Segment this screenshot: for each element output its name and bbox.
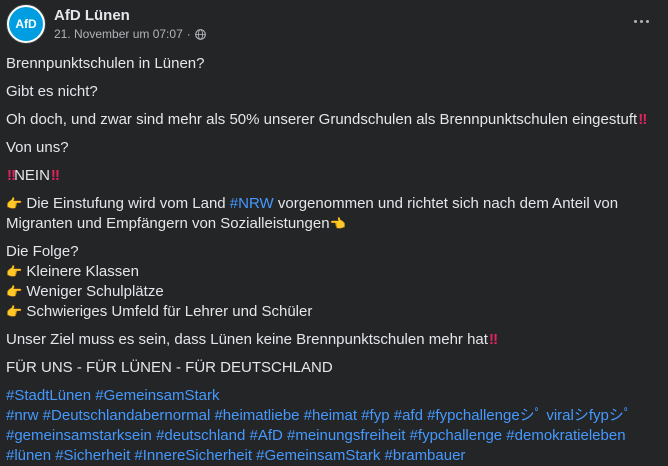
list-item: 👉 Schwieriges Umfeld für Lehrer und Schü… bbox=[6, 302, 662, 322]
page-name-link[interactable]: AfD Lünen bbox=[54, 7, 206, 24]
more-dot bbox=[645, 19, 649, 23]
more-dot bbox=[633, 19, 637, 23]
post-paragraph: Von uns? bbox=[6, 139, 69, 156]
post-meta: 21. November um 07:07 · bbox=[54, 27, 206, 41]
double-exclamation-icon: ‼ bbox=[50, 167, 60, 184]
list-item: 👉 Kleinere Klassen bbox=[6, 262, 662, 282]
post-paragraph: Oh doch, und zwar sind mehr als 50% unse… bbox=[6, 110, 662, 130]
hashtags-block: #StadtLünen #GemeinsamStark #nrw #Deutsc… bbox=[6, 386, 662, 466]
paragraph-text: NEIN bbox=[14, 167, 50, 184]
facebook-post: AfD AfD Lünen 21. November um 07:07 · Br… bbox=[0, 0, 668, 465]
point-right-icon: 👉 bbox=[6, 264, 23, 279]
more-dot bbox=[639, 19, 643, 23]
point-right-icon: 👉 bbox=[6, 284, 23, 299]
post-list-block: Die Folge? 👉 Kleinere Klassen 👉 Weniger … bbox=[6, 242, 662, 322]
hashtag-nrw-link[interactable]: #NRW bbox=[230, 195, 274, 212]
double-exclamation-icon: ‼ bbox=[488, 331, 498, 348]
more-options-button[interactable] bbox=[626, 6, 656, 36]
list-title: Die Folge? bbox=[6, 243, 79, 260]
hashtags-line[interactable]: #nrw #Deutschlandabernormal #heimatliebe… bbox=[6, 406, 662, 466]
point-right-icon: 👉 bbox=[6, 304, 23, 319]
post-paragraph: Gibt es nicht? bbox=[6, 83, 98, 100]
point-left-icon: 👈 bbox=[329, 216, 346, 231]
paragraph-text: Die Einstufung wird vom Land bbox=[26, 195, 230, 212]
afd-logo: AfD bbox=[9, 7, 43, 41]
post-paragraph: FÜR UNS - FÜR LÜNEN - FÜR DEUTSCHLAND bbox=[6, 359, 333, 376]
post-paragraph: 👉 Die Einstufung wird vom Land #NRW vorg… bbox=[6, 194, 662, 234]
post-paragraph: ‼NEIN‼ bbox=[6, 166, 662, 186]
globe-icon[interactable] bbox=[194, 28, 206, 40]
post-body: Brennpunktschulen in Lünen? Gibt es nich… bbox=[6, 54, 662, 466]
paragraph-text: Unser Ziel muss es sein, dass Lünen kein… bbox=[6, 331, 488, 348]
post-paragraph: Brennpunktschulen in Lünen? bbox=[6, 55, 205, 72]
double-exclamation-icon: ‼ bbox=[7, 167, 16, 184]
list-item-text: Weniger Schulplätze bbox=[26, 283, 164, 300]
list-item-text: Schwieriges Umfeld für Lehrer und Schüle… bbox=[26, 303, 313, 320]
post-header-text: AfD Lünen 21. November um 07:07 · bbox=[54, 7, 206, 41]
list-item: 👉 Weniger Schulplätze bbox=[6, 282, 662, 302]
post-header: AfD AfD Lünen 21. November um 07:07 · bbox=[6, 4, 206, 44]
page-avatar[interactable]: AfD bbox=[6, 4, 46, 44]
double-exclamation-icon: ‼ bbox=[638, 111, 647, 128]
post-paragraph: Unser Ziel muss es sein, dass Lünen kein… bbox=[6, 330, 662, 350]
paragraph-text: Oh doch, und zwar sind mehr als 50% unse… bbox=[6, 111, 638, 128]
meta-separator: · bbox=[186, 27, 191, 41]
list-item-text: Kleinere Klassen bbox=[26, 263, 139, 280]
avatar-logo-text: AfD bbox=[15, 17, 37, 31]
point-right-icon: 👉 bbox=[6, 196, 23, 211]
hashtags-line[interactable]: #StadtLünen #GemeinsamStark bbox=[6, 386, 662, 406]
post-timestamp[interactable]: 21. November um 07:07 bbox=[54, 27, 183, 41]
